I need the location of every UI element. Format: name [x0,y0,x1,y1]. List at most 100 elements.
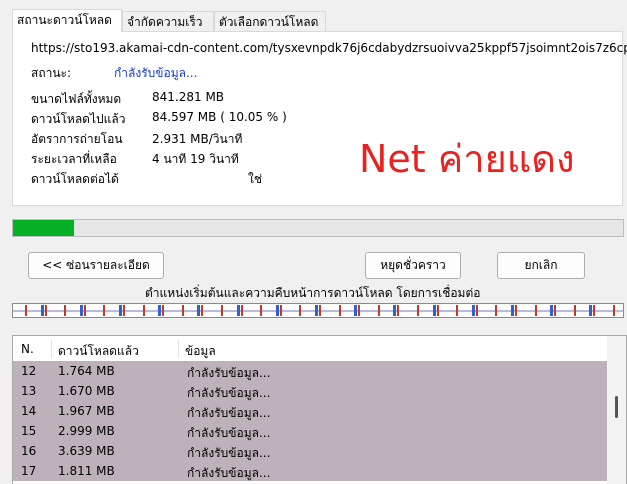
row-downloaded: 3.639 MB [58,444,115,458]
connection-segment-marker [495,305,497,316]
row-number: 12 [21,364,37,378]
connection-segment-marker [299,305,301,316]
list-rows: 12 1.764 MB กำลังรับข้อมูล... 13 1.670 M… [13,361,607,481]
connection-segment-marker [613,305,615,316]
connection-segment-marker [103,305,105,316]
file-size-label: ขนาดไฟล์ทั้งหมด [31,92,122,106]
file-size-value: 841.281 MB [152,90,225,104]
progress-fill [13,220,75,236]
connection-segment-marker [476,305,478,316]
connection-progress-marker [433,305,436,316]
connection-segment-marker [319,305,321,316]
download-progress-bar [12,219,624,237]
connection-segment-marker [535,305,537,316]
connections-progress-bar [12,303,624,318]
connection-segment-marker [241,305,243,316]
pause-button[interactable]: หยุดชั่วคราว [365,252,461,279]
list-row[interactable]: 13 1.670 MB กำลังรับข้อมูล... [13,381,607,401]
connection-segment-marker [280,305,282,316]
transfer-rate-label: อัตราการถ่ายโอน [31,132,123,146]
connection-segment-marker [339,305,341,316]
list-row[interactable]: 15 2.999 MB กำลังรับข้อมูล... [13,421,607,441]
row-downloaded: 1.811 MB [58,464,115,478]
connection-progress-marker [315,305,318,316]
list-row[interactable]: 14 1.967 MB กำลังรับข้อมูล... [13,401,607,421]
connection-progress-marker [80,305,83,316]
row-number: 16 [21,444,37,458]
column-divider [51,340,52,358]
connection-segment-marker [64,305,66,316]
connection-progress-marker [511,305,514,316]
downloaded-value: 84.597 MB ( 10.05 % ) [152,110,287,124]
connection-segment-marker [456,305,458,316]
overlay-watermark-text: Net ค่ายแดง [359,137,575,181]
row-number: 15 [21,424,37,438]
connection-progress-marker [276,305,279,316]
resume-capability-value: ใช่ [248,172,263,186]
connection-segment-marker [45,305,47,316]
tab-download-status[interactable]: สถานะดาวน์โหลด [12,9,122,32]
cancel-button[interactable]: ยกเลิก [497,252,585,279]
connections-caption: ตำแหน่งเริ่มต้นและความคืบหน้าการดาวน์โหล… [145,286,481,300]
downloaded-label: ดาวน์โหลดไปแล้ว [31,112,126,126]
connection-segment-marker [378,305,380,316]
resume-capability-label: ดาวน์โหลดต่อได้ [31,172,119,186]
row-downloaded: 1.670 MB [58,384,115,398]
connection-segment-marker [515,305,517,316]
connection-segment-marker [358,305,360,316]
status-label: สถานะ: [31,66,72,80]
row-info: กำลังรับข้อมูล... [187,466,271,480]
column-header-number[interactable]: N. [21,342,34,356]
connection-progress-marker [197,305,200,316]
connection-segment-marker [143,305,145,316]
row-downloaded: 1.764 MB [58,364,115,378]
time-remaining-label: ระยะเวลาที่เหลือ [31,152,117,166]
status-value: กำลังรับข้อมูล... [114,66,198,80]
connection-segment-marker [201,305,203,316]
connection-segment-marker [593,305,595,316]
connection-segment-marker [162,305,164,316]
connection-segment-marker [437,305,439,316]
status-panel: https://sto193.akamai-cdn-content.com/ty… [12,31,627,206]
tab-download-options[interactable]: ตัวเลือกดาวน์โหลด [214,11,326,31]
connection-segment-marker [397,305,399,316]
column-divider [178,340,179,358]
connection-progress-marker [550,305,553,316]
connection-segment-marker [554,305,556,316]
connection-segment-marker [25,305,27,316]
list-scrollbar[interactable] [607,336,626,484]
connection-progress-marker [119,305,122,316]
transfer-rate-value: 2.931 MB/วินาที [152,132,243,146]
column-header-info[interactable]: ข้อมูล [185,342,216,361]
download-url: https://sto193.akamai-cdn-content.com/ty… [31,41,627,55]
connection-segment-marker [182,305,184,316]
connection-progress-marker [472,305,475,316]
scrollbar-thumb[interactable] [615,396,618,418]
row-downloaded: 1.967 MB [58,404,115,418]
row-downloaded: 2.999 MB [58,424,115,438]
connection-segment-marker [574,305,576,316]
list-row[interactable]: 17 1.811 MB กำลังรับข้อมูล... [13,461,607,481]
list-row[interactable]: 16 3.639 MB กำลังรับข้อมูล... [13,441,607,461]
hide-details-button[interactable]: << ซ่อนรายละเอียด [28,252,164,279]
connection-progress-marker [237,305,240,316]
connection-progress-marker [393,305,396,316]
tab-speed-limit[interactable]: จำกัดความเร็ว [122,11,214,31]
connection-segment-marker [84,305,86,316]
list-row[interactable]: 12 1.764 MB กำลังรับข้อมูล... [13,361,607,381]
connection-segment-marker [417,305,419,316]
row-number: 13 [21,384,37,398]
connection-segment-marker [260,305,262,316]
column-header-downloaded[interactable]: ดาวน์โหลดแล้ว [58,342,139,361]
connections-list[interactable]: N. ดาวน์โหลดแล้ว ข้อมูล 12 1.764 MB กำลั… [12,335,627,484]
row-number: 17 [21,464,37,478]
time-remaining-value: 4 นาที 19 วินาที [152,152,239,166]
list-header: N. ดาวน์โหลดแล้ว ข้อมูล [13,336,607,360]
row-number: 14 [21,404,37,418]
connection-progress-marker [158,305,161,316]
connection-segment-marker [221,305,223,316]
connection-segment-marker [123,305,125,316]
connection-progress-marker [589,305,592,316]
connection-progress-marker [354,305,357,316]
connection-progress-marker [41,305,44,316]
